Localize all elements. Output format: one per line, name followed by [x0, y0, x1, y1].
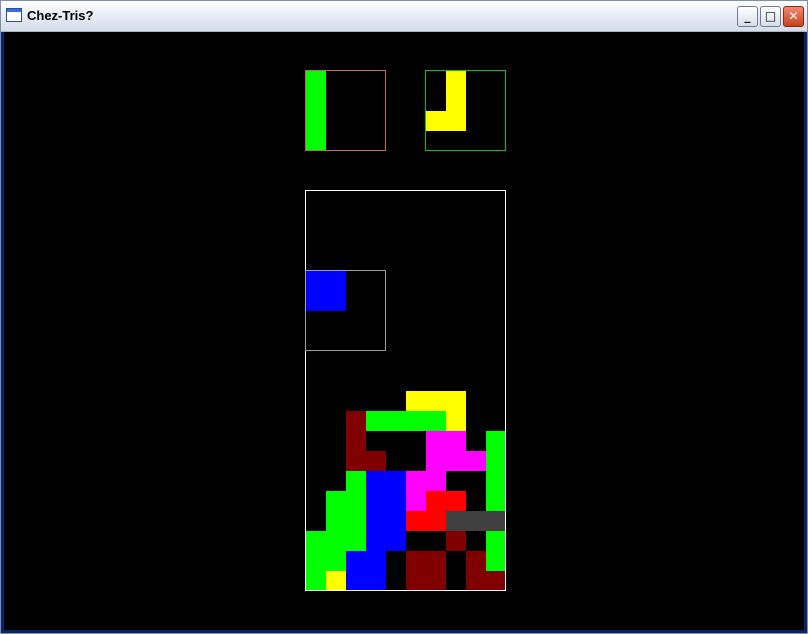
- board-block: [486, 531, 505, 551]
- board-block: [426, 551, 446, 571]
- maximize-button[interactable]: □: [760, 6, 781, 27]
- board-block: [486, 551, 505, 571]
- board-block: [366, 551, 386, 571]
- game-window: Chez-Tris? _ □ ✕: [0, 0, 808, 634]
- board-block: [426, 431, 446, 451]
- board-block: [406, 391, 426, 411]
- board-block: [346, 491, 366, 511]
- board-block: [426, 471, 446, 491]
- board-block: [486, 511, 505, 531]
- board-block: [426, 491, 446, 511]
- board-block: [406, 511, 426, 531]
- board-block: [306, 551, 326, 571]
- hold-piece-block: [306, 111, 326, 131]
- board-block: [366, 411, 386, 431]
- board-block: [366, 511, 386, 531]
- board-block: [466, 511, 486, 531]
- board-block: [386, 471, 406, 491]
- board-block: [366, 531, 386, 551]
- board-block: [486, 571, 505, 590]
- board-block: [446, 491, 466, 511]
- minimize-button[interactable]: _: [737, 6, 758, 27]
- board-block: [486, 471, 505, 491]
- board-block: [446, 391, 466, 411]
- board-block: [366, 571, 386, 590]
- board-block: [346, 531, 366, 551]
- next-piece-block: [446, 91, 466, 111]
- board-block: [426, 571, 446, 590]
- current-piece-block: [306, 291, 326, 311]
- title-bar[interactable]: Chez-Tris? _ □ ✕: [1, 1, 807, 32]
- board-block: [446, 431, 466, 451]
- next-piece-block: [426, 111, 446, 131]
- board-block: [346, 431, 366, 451]
- board-block: [346, 551, 366, 571]
- board-block: [426, 511, 446, 531]
- next-piece-box: [425, 70, 506, 151]
- board-block: [446, 411, 466, 431]
- board-block: [386, 411, 406, 431]
- board-block: [326, 571, 346, 590]
- board-block: [466, 551, 486, 571]
- board-block: [386, 491, 406, 511]
- board-block: [466, 451, 486, 471]
- board-block: [346, 571, 366, 590]
- app-window-icon[interactable]: [6, 8, 22, 22]
- hold-piece-block: [306, 91, 326, 111]
- board-block: [306, 571, 326, 590]
- board-block: [426, 391, 446, 411]
- board-block: [406, 411, 426, 431]
- current-piece-box: [305, 270, 386, 351]
- board-block: [486, 431, 505, 451]
- next-piece-block: [446, 71, 466, 91]
- board-block: [326, 491, 346, 511]
- current-piece-block: [306, 271, 326, 291]
- board-block: [346, 471, 366, 491]
- board-block: [326, 531, 346, 551]
- board-block: [446, 531, 466, 551]
- board-block: [326, 511, 346, 531]
- current-piece-block: [326, 291, 346, 311]
- game-canvas[interactable]: [4, 32, 804, 630]
- board-block: [406, 551, 426, 571]
- board-block: [366, 491, 386, 511]
- current-piece-block: [326, 271, 346, 291]
- game-board: [305, 190, 506, 591]
- board-block: [406, 571, 426, 590]
- board-block: [406, 471, 426, 491]
- board-block: [326, 551, 346, 571]
- hold-piece-box: [305, 70, 386, 151]
- board-block: [366, 451, 386, 471]
- hold-piece-block: [306, 71, 326, 91]
- hold-piece-block: [306, 131, 326, 150]
- close-button[interactable]: ✕: [783, 6, 804, 27]
- board-block: [346, 411, 366, 431]
- board-block: [406, 491, 426, 511]
- board-block: [306, 531, 326, 551]
- board-block: [446, 451, 466, 471]
- board-block: [346, 451, 366, 471]
- board-block: [486, 491, 505, 511]
- board-block: [366, 471, 386, 491]
- window-title: Chez-Tris?: [27, 8, 94, 23]
- board-block: [426, 411, 446, 431]
- board-block: [386, 531, 406, 551]
- board-block: [426, 451, 446, 471]
- next-piece-block: [446, 111, 466, 131]
- board-block: [446, 511, 466, 531]
- board-block: [346, 511, 366, 531]
- board-block: [466, 571, 486, 590]
- board-block: [386, 511, 406, 531]
- board-block: [486, 451, 505, 471]
